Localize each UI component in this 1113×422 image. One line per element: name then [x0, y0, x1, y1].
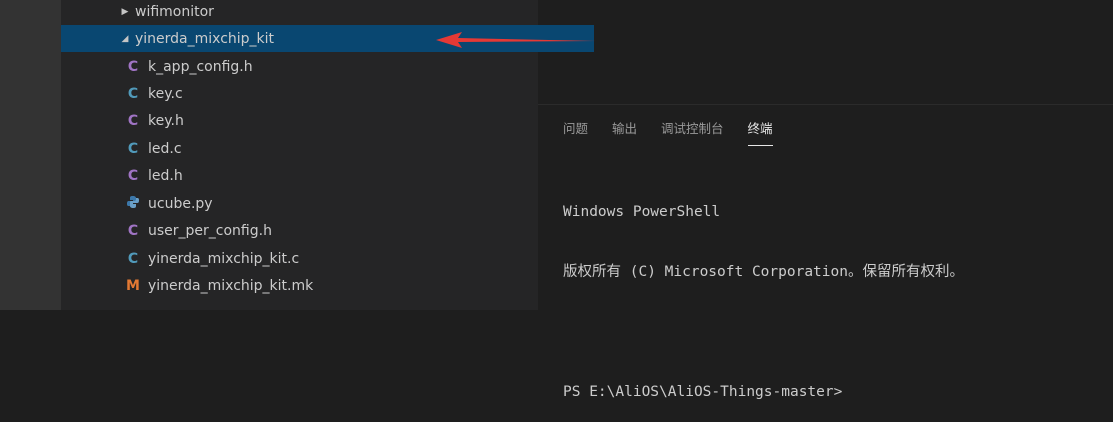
terminal-line: Windows PowerShell — [563, 204, 721, 220]
panel-tabs: 问题 输出 调试控制台 终端 — [563, 118, 797, 146]
tab-problems[interactable]: 问题 — [563, 118, 588, 146]
tab-output[interactable]: 输出 — [612, 118, 637, 146]
tree-item-label: key.h — [148, 112, 184, 129]
tab-terminal[interactable]: 终端 — [747, 118, 773, 146]
tree-file-k-app-config-h[interactable]: C k_app_config.h — [61, 53, 602, 80]
tree-file-led-h[interactable]: C led.h — [61, 162, 602, 189]
tree-folder-wifimonitor[interactable]: ▶ wifimonitor — [61, 0, 594, 25]
tree-file-key-h[interactable]: C key.h — [61, 107, 602, 134]
makefile-icon: M — [126, 277, 140, 294]
chevron-right-icon: ▶ — [121, 6, 129, 17]
tab-debug-console[interactable]: 调试控制台 — [661, 118, 724, 146]
c-header-icon: C — [127, 167, 139, 184]
tree-file-led-c[interactable]: C led.c — [61, 135, 602, 162]
tree-item-label: user_per_config.h — [148, 222, 272, 239]
tree-file-user-per-config-h[interactable]: C user_per_config.h — [61, 217, 602, 244]
tree-item-label: wifimonitor — [135, 3, 214, 20]
tree-file-yinerda-mixchip-kit-mk[interactable]: M yinerda_mixchip_kit.mk — [61, 272, 602, 299]
tree-file-key-c[interactable]: C key.c — [61, 80, 602, 107]
annotation-arrow-icon — [436, 32, 596, 48]
tree-file-ucube-py[interactable]: ucube.py — [61, 190, 602, 217]
c-header-icon: C — [127, 58, 139, 75]
tree-item-label: yinerda_mixchip_kit.c — [148, 250, 300, 267]
tree-item-label: yinerda_mixchip_kit — [135, 30, 275, 47]
terminal-prompt: PS E:\AliOS\AliOS-Things-master> — [563, 384, 843, 400]
tree-item-label: yinerda_mixchip_kit.mk — [148, 277, 314, 294]
c-source-icon: C — [127, 140, 139, 157]
tree-item-label: k_app_config.h — [148, 58, 253, 75]
activity-bar — [0, 0, 61, 310]
tree-item-label: led.c — [148, 140, 182, 157]
terminal-output[interactable]: Windows PowerShell 版权所有 (C) Microsoft Co… — [563, 162, 964, 422]
tree-file-yinerda-mixchip-kit-c[interactable]: C yinerda_mixchip_kit.c — [61, 245, 602, 272]
c-source-icon: C — [127, 85, 139, 102]
terminal-line: 版权所有 (C) Microsoft Corporation。保留所有权利。 — [563, 264, 964, 280]
python-icon — [125, 195, 141, 213]
chevron-down-icon: ◢ — [121, 33, 129, 44]
tree-item-label: led.h — [148, 167, 183, 184]
c-source-icon: C — [127, 250, 139, 267]
tree-item-label: key.c — [148, 85, 183, 102]
c-header-icon: C — [127, 222, 139, 239]
tree-item-label: ucube.py — [148, 195, 213, 212]
c-header-icon: C — [127, 112, 139, 129]
